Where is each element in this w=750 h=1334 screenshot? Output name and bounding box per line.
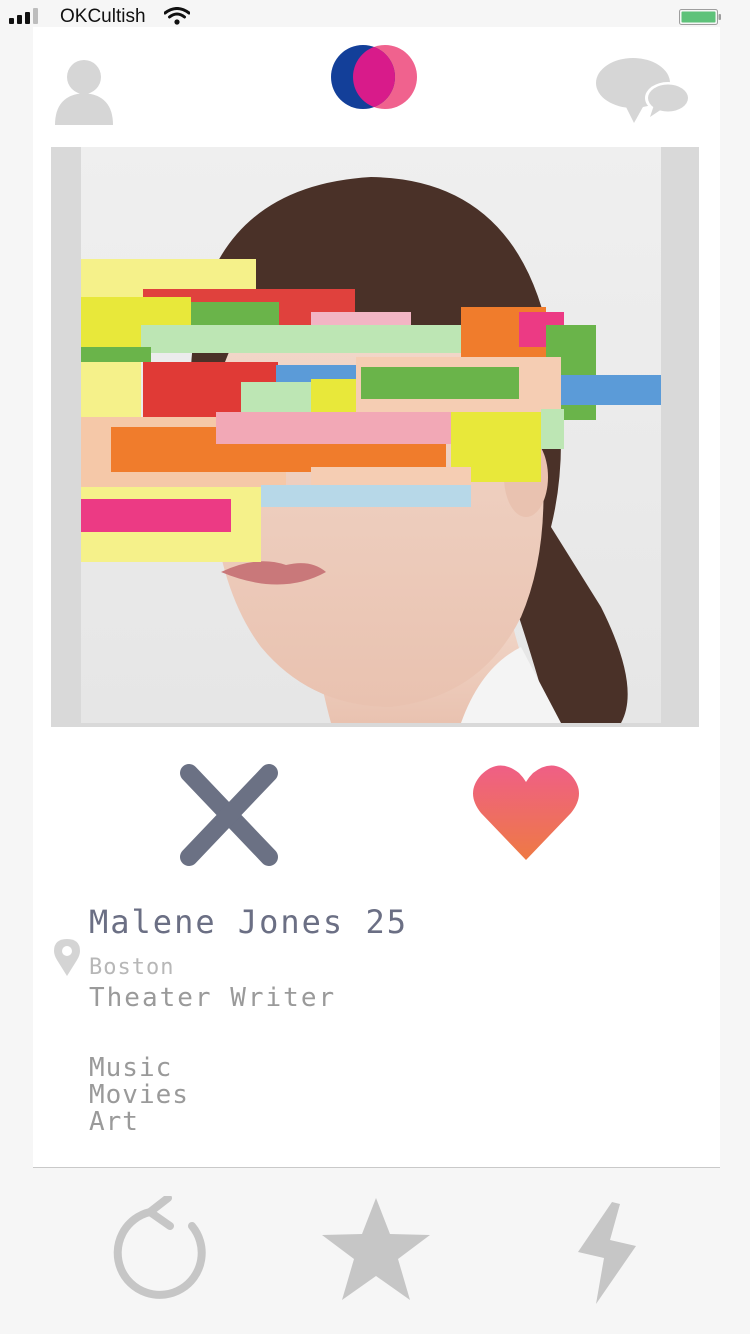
app-screen: OKCultish Malene Jones 25 Boston Theater… <box>0 0 750 1334</box>
interest-item: Art <box>89 1107 139 1137</box>
interest-item: Music <box>89 1053 173 1083</box>
carrier-name: OKCultish <box>60 6 146 27</box>
signal-icon <box>9 8 38 24</box>
app-logo <box>331 45 417 109</box>
profile-occupation: Theater Writer <box>89 983 337 1013</box>
bottom-divider <box>33 1167 720 1168</box>
profile-photo[interactable] <box>81 147 661 723</box>
superlike-button[interactable] <box>320 1196 432 1302</box>
rewind-button[interactable] <box>112 1196 210 1300</box>
profile-name-age: Malene Jones 25 <box>89 903 408 941</box>
star-icon <box>322 1198 430 1300</box>
heart-icon <box>473 765 579 860</box>
profile-card[interactable]: Malene Jones 25 Boston Theater Writer Mu… <box>33 27 720 1167</box>
dislike-button[interactable] <box>179 763 279 867</box>
location-pin-icon <box>54 939 80 976</box>
profile-icon[interactable] <box>53 59 115 125</box>
close-icon <box>180 764 278 866</box>
interest-item: Movies <box>89 1080 189 1110</box>
wifi-icon <box>164 7 190 25</box>
lightning-icon <box>578 1202 636 1304</box>
rewind-icon <box>113 1196 206 1299</box>
like-button[interactable] <box>473 763 579 861</box>
interests-list: Music Movies Art <box>89 1055 189 1136</box>
battery-icon <box>679 9 721 25</box>
boost-button[interactable] <box>574 1200 640 1306</box>
profile-photo-frame <box>51 147 699 727</box>
profile-city: Boston <box>89 955 175 980</box>
messages-icon[interactable] <box>596 57 692 125</box>
